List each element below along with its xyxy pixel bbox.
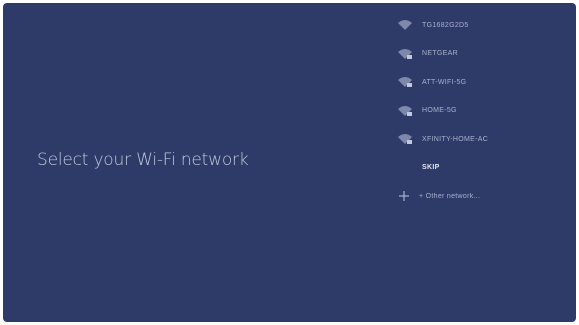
- network-list: TG1682G2D5 NETGEAR ATT-WIFI-5G HOME-5G X…: [393, 11, 568, 211]
- other-network-label: + Other network...: [419, 192, 481, 200]
- network-item[interactable]: NETGEAR: [393, 40, 568, 69]
- tv-setup-screen: Select your Wi-Fi network TG1682G2D5 NET…: [3, 3, 576, 322]
- other-network-item[interactable]: + Other network...: [393, 182, 568, 211]
- network-name: ATT-WIFI-5G: [422, 78, 467, 86]
- wifi-lock-icon: [398, 48, 412, 59]
- page-title: Select your Wi-Fi network: [37, 150, 249, 170]
- wifi-icon: [398, 20, 412, 31]
- network-item[interactable]: ATT-WIFI-5G: [393, 68, 568, 97]
- network-name: SKIP: [422, 164, 440, 172]
- wifi-lock-icon: [398, 105, 412, 116]
- wifi-lock-icon: [398, 134, 412, 145]
- network-item[interactable]: TG1682G2D5: [393, 11, 568, 40]
- network-name: NETGEAR: [422, 50, 458, 58]
- network-name: HOME-5G: [422, 107, 457, 115]
- network-item[interactable]: HOME-5G: [393, 97, 568, 126]
- network-name: TG1682G2D5: [422, 21, 469, 29]
- network-name: XFINITY-HOME-AC: [422, 135, 489, 143]
- plus-icon: [399, 191, 409, 202]
- wifi-lock-icon: [398, 77, 412, 88]
- network-item[interactable]: XFINITY-HOME-AC: [393, 125, 568, 154]
- network-item-selected[interactable]: SKIP: [393, 154, 568, 183]
